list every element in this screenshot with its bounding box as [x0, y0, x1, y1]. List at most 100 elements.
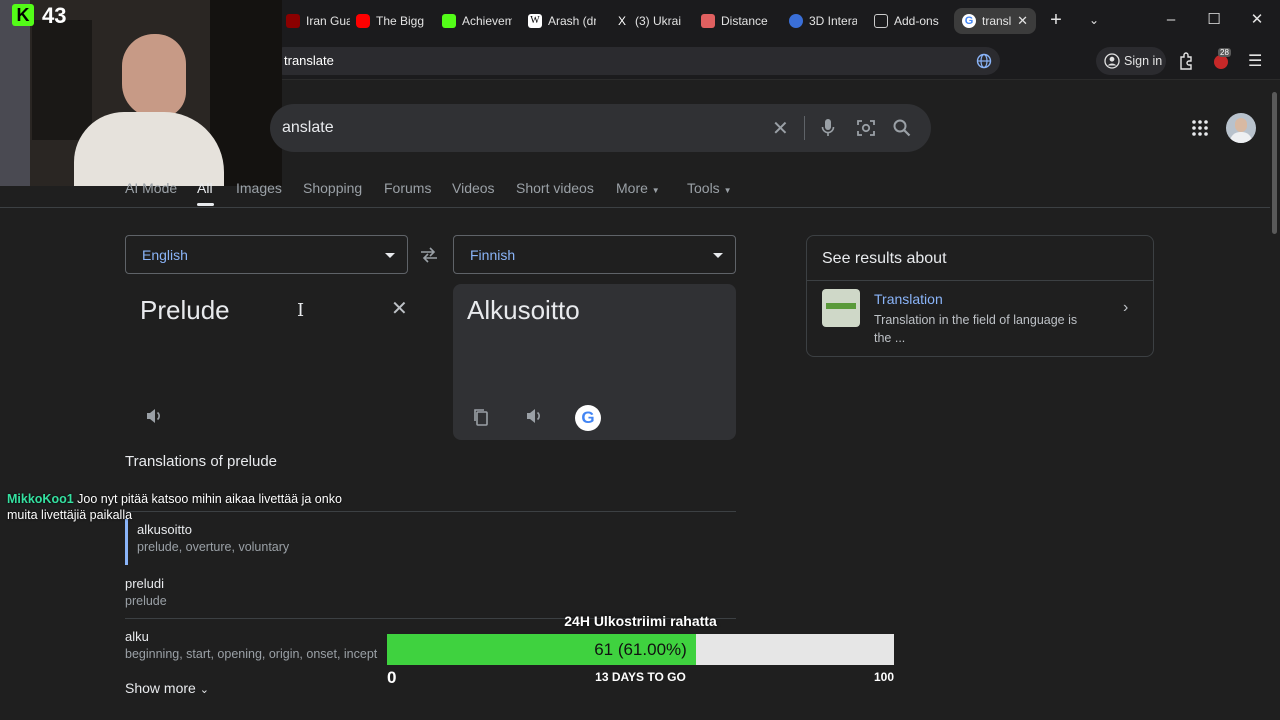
translation-row[interactable]: preludi prelude: [125, 573, 736, 611]
goal-days-left: 13 DAYS TO GO: [595, 670, 686, 684]
result-description: Translation in the field of language is: [874, 313, 1078, 327]
translation-synonyms: prelude: [125, 594, 167, 608]
tab-5[interactable]: X (3) Ukrai: [615, 8, 685, 34]
caret-down-icon: ▼: [651, 186, 660, 195]
tab-8[interactable]: Add-ons: [874, 8, 944, 34]
tab-favicon: [286, 14, 300, 28]
listen-source-icon[interactable]: [145, 407, 163, 425]
result-title: Translation: [874, 291, 943, 307]
sign-in-label: Sign in: [1124, 54, 1163, 68]
card-header: See results about: [822, 250, 947, 267]
tab-short-videos[interactable]: Short videos: [516, 180, 594, 196]
avatar[interactable]: [1226, 113, 1256, 143]
apps-grid-icon[interactable]: [1191, 119, 1209, 137]
goal-max: 100: [873, 670, 894, 684]
tab-shopping[interactable]: Shopping: [303, 180, 362, 196]
url-text: translate: [284, 53, 334, 68]
distance-icon: [701, 14, 715, 28]
search-box[interactable]: anslate ✕: [270, 104, 931, 152]
menu-icon[interactable]: ☰: [1248, 51, 1262, 71]
show-more-button[interactable]: Show more ⌄: [125, 680, 209, 696]
scrollbar-thumb[interactable]: [1272, 92, 1277, 234]
thumbnail-highlight: [826, 303, 856, 309]
goal-value: 61 (61.00%): [594, 640, 687, 659]
tab-images[interactable]: Images: [236, 180, 282, 196]
source-text-area[interactable]: Prelude ✕ I: [125, 284, 408, 440]
chat-text: Joo nyt pitää katsoo mihin aikaa livettä…: [77, 492, 342, 506]
tab-label: 3D Intera: [809, 14, 857, 28]
more-menu[interactable]: More ▼: [616, 180, 660, 196]
tab-label: transla: [982, 14, 1012, 28]
knowledge-card: See results about Translation Translatio…: [806, 235, 1154, 357]
ublock-icon[interactable]: [1214, 55, 1228, 69]
tab-active-translate[interactable]: G transla ✕: [954, 8, 1036, 34]
kick-icon: [442, 14, 456, 28]
search-icon[interactable]: [892, 118, 912, 138]
tab-1[interactable]: Iran Guar: [286, 8, 350, 34]
swap-languages-icon[interactable]: [420, 247, 438, 263]
translation-synonyms: beginning, start, opening, origin, onset…: [125, 647, 378, 661]
target-language-select[interactable]: Finnish: [453, 235, 736, 274]
chat-text-cont: muita livettäjiä paikalla: [7, 508, 133, 522]
translations-section-title: Translations of prelude: [125, 453, 278, 470]
result-description-cont: the ...: [874, 331, 906, 345]
tab-label: Distance: [721, 14, 768, 28]
chevron-right-icon: ›: [1123, 299, 1129, 316]
listen-target-icon[interactable]: [525, 407, 543, 425]
translation-result-link[interactable]: Translation Translation in the field of …: [807, 281, 1153, 357]
source-text: Prelude: [140, 295, 230, 325]
tab-2[interactable]: The Bigg: [356, 8, 424, 34]
close-window-button[interactable]: ✕: [1245, 10, 1269, 30]
close-tab-icon[interactable]: ✕: [1017, 13, 1028, 29]
goal-progress-bar: 61 (61.00%): [387, 634, 894, 665]
maximize-button[interactable]: ☐: [1202, 10, 1226, 30]
streamer-head: [122, 34, 186, 118]
address-bar[interactable]: translate: [270, 47, 1000, 75]
tab-label: The Bigg: [376, 14, 424, 28]
tab-7[interactable]: 3D Intera: [789, 8, 857, 34]
google-translate-icon[interactable]: G: [575, 405, 601, 431]
tab-6[interactable]: Distance: [701, 8, 773, 34]
copy-icon[interactable]: [473, 408, 489, 426]
selected-row-indicator: [125, 519, 128, 565]
target-text-area: Alkusoitto G: [453, 284, 736, 440]
more-label: More: [616, 180, 648, 196]
target-language-label: Finnish: [470, 247, 516, 263]
microphone-icon[interactable]: [821, 118, 835, 138]
nav-divider: [0, 207, 1270, 208]
source-language-select[interactable]: English: [125, 235, 408, 274]
translation-row[interactable]: alkusoitto prelude, overture, voluntary: [125, 519, 736, 565]
clear-search-icon[interactable]: ✕: [772, 116, 789, 141]
minimize-button[interactable]: –: [1159, 10, 1183, 30]
lens-camera-icon[interactable]: [856, 118, 876, 138]
active-tab-indicator: [197, 203, 214, 206]
tools-menu[interactable]: Tools ▼: [687, 180, 732, 196]
tab-ai-mode[interactable]: AI Mode: [125, 180, 177, 196]
tab-videos[interactable]: Videos: [452, 180, 495, 196]
tab-forums[interactable]: Forums: [384, 180, 431, 196]
tab-all[interactable]: All: [197, 180, 213, 196]
text-cursor-icon: I: [297, 300, 305, 321]
kick-logo-icon: K: [12, 4, 34, 26]
chevron-down-icon: ⌄: [199, 684, 209, 696]
translation-synonyms: prelude, overture, voluntary: [137, 540, 290, 554]
chat-message: MikkoKoo1 Joo nyt pitää katsoo mihin aik…: [7, 491, 342, 523]
tools-label: Tools: [687, 180, 720, 196]
clear-source-icon[interactable]: ✕: [391, 296, 408, 321]
dropdown-caret-icon: [713, 253, 723, 258]
tab-3[interactable]: Achievem: [442, 8, 512, 34]
kick-viewer-count: 43: [42, 3, 67, 28]
translate-page-icon[interactable]: [976, 53, 992, 69]
new-tab-button[interactable]: +: [1044, 10, 1068, 30]
extension-badge: 28: [1218, 48, 1231, 57]
tab-list-chevron-icon[interactable]: ⌄: [1082, 10, 1106, 30]
account-icon: [1104, 53, 1120, 69]
translation-word: alkusoitto: [137, 522, 192, 537]
avatar-face: [1235, 118, 1247, 132]
translation-thumbnail: [822, 289, 860, 327]
tab-4[interactable]: W Arash (dr: [528, 8, 596, 34]
globe-3d-icon: [789, 14, 803, 28]
extensions-icon[interactable]: [1178, 52, 1194, 70]
sign-in-button[interactable]: Sign in: [1096, 47, 1166, 75]
dropdown-caret-icon: [385, 253, 395, 258]
